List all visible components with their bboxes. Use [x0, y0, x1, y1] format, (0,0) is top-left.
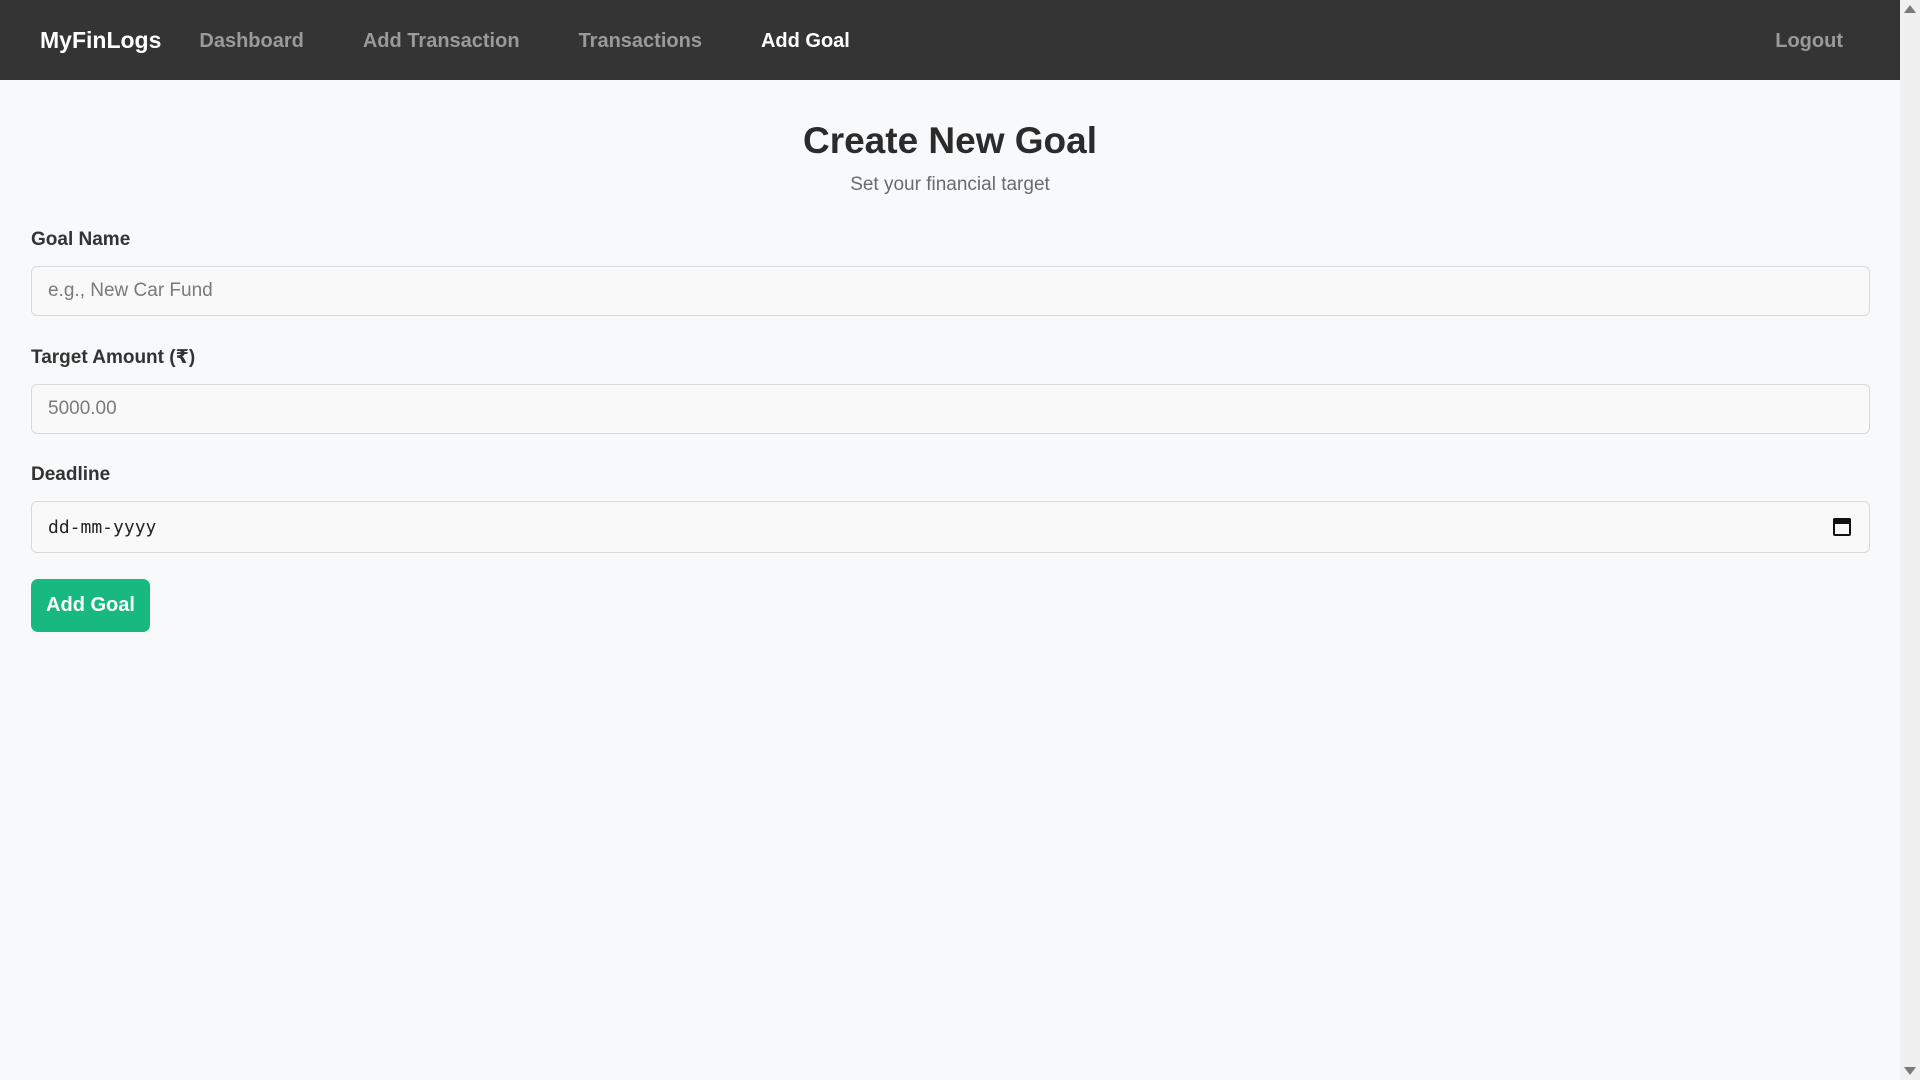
page-title: Create New Goal: [802, 120, 1098, 161]
calendar-icon[interactable]: [1833, 518, 1851, 536]
deadline-placeholder: dd-mm-yyyy: [48, 516, 157, 538]
nav-add-goal[interactable]: Add Goal: [761, 30, 850, 53]
add-goal-button[interactable]: Add Goal: [31, 579, 150, 632]
app-window: MyFinLogs Dashboard Add Transaction Tran…: [0, 0, 1920, 1080]
target-amount-input[interactable]: [31, 384, 1870, 434]
scrollbar-track[interactable]: [1903, 18, 1917, 1062]
target-amount-label: Target Amount (₹): [31, 347, 196, 368]
top-navbar: MyFinLogs Dashboard Add Transaction Tran…: [0, 0, 1900, 80]
main-content: Create New Goal Set your financial targe…: [0, 80, 1900, 1080]
page-header: Create New Goal Set your financial targe…: [31, 120, 1869, 196]
goal-name-input[interactable]: [31, 266, 1870, 316]
target-amount-group: Target Amount (₹): [31, 346, 1870, 434]
create-goal-form: Goal Name Target Amount (₹) Deadline dd-…: [31, 229, 1870, 632]
goal-name-label: Goal Name: [31, 229, 131, 250]
scroll-down-arrow-icon[interactable]: [1904, 1067, 1916, 1075]
vertical-scrollbar[interactable]: [1900, 0, 1920, 1080]
nav-dashboard[interactable]: Dashboard: [199, 30, 303, 53]
brand-logo[interactable]: MyFinLogs: [40, 27, 161, 54]
logout-link[interactable]: Logout: [1775, 30, 1843, 53]
deadline-date-input[interactable]: dd-mm-yyyy: [31, 501, 1870, 553]
nav-add-transaction[interactable]: Add Transaction: [363, 30, 520, 53]
deadline-label: Deadline: [31, 464, 111, 485]
scroll-up-arrow-icon[interactable]: [1904, 5, 1916, 13]
nav-transactions[interactable]: Transactions: [579, 30, 702, 53]
deadline-group: Deadline dd-mm-yyyy: [31, 464, 1870, 553]
page-subtitle: Set your financial target: [850, 174, 1050, 195]
goal-name-group: Goal Name: [31, 229, 1870, 316]
